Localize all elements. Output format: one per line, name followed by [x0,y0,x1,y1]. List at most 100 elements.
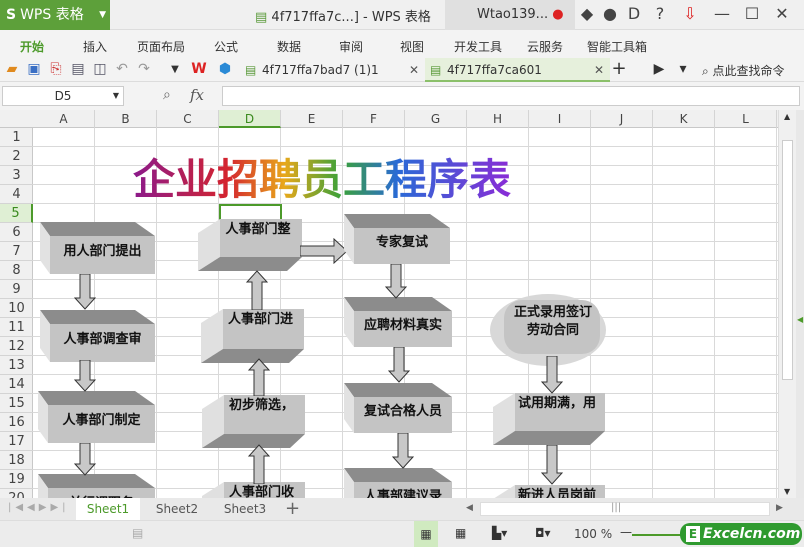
normal-view-icon[interactable]: ▦ [414,521,438,547]
row-header-11[interactable]: 11 [0,318,33,337]
side-panel-toggle[interactable]: ◀ [796,110,804,498]
doc-tab-2[interactable]: ▤ 4f717ffa7ca601 ✕ [425,58,610,82]
play-icon[interactable]: ▶ [650,61,668,77]
zoom-formula-icon[interactable]: ⌕ [163,87,171,103]
redo-icon[interactable]: ↷ [135,61,153,77]
undo-icon[interactable]: ↶ [113,61,131,77]
column-header-C[interactable]: C [157,110,219,128]
row-header-14[interactable]: 14 [0,375,33,394]
print-icon[interactable]: ▤ [69,61,87,77]
save-icon[interactable]: ▣ [25,61,43,77]
flow-box-review[interactable]: 人事部调查审 [40,310,155,362]
menu-smart-tools[interactable]: 智能工具箱 [587,38,647,55]
sheet-tab-sheet3[interactable]: Sheet3 [213,498,277,520]
column-header-A[interactable]: A [33,110,95,128]
row-header-7[interactable]: 7 [0,242,33,261]
scroll-right-icon[interactable]: ▶ [776,503,783,513]
column-header-E[interactable]: E [281,110,343,128]
column-header-K[interactable]: K [653,110,715,128]
scroll-down-icon[interactable]: ▼ [784,487,790,496]
cube-icon[interactable]: ⬢ [216,61,234,77]
close-button[interactable]: ✕ [770,4,794,23]
row-header-20[interactable]: 20 [0,489,33,498]
flow-box-probation[interactable]: 试用期满，用 [493,393,605,445]
flow-box-passed[interactable]: 复试合格人员 [344,383,452,433]
menu-insert[interactable]: 插入 [83,38,107,55]
formula-input[interactable] [222,86,800,106]
vertical-scrollbar[interactable]: ▲ ▼ [778,110,796,498]
row-header-3[interactable]: 3 [0,166,33,185]
minimize-button[interactable]: — [710,4,734,23]
flow-box-organize[interactable]: 人事部门整 [198,219,302,271]
sheet-tab-sheet1[interactable]: Sheet1 [76,498,140,520]
row-header-18[interactable]: 18 [0,451,33,470]
menu-page-layout[interactable]: 页面布局 [137,38,185,55]
page-layout-icon[interactable]: ▙▾ [492,526,507,540]
eye-protection-icon[interactable]: ◘▾ [535,526,551,540]
row-header-10[interactable]: 10 [0,299,33,318]
share-icon[interactable]: D [622,4,646,23]
row-header-16[interactable]: 16 [0,413,33,432]
page-break-view-icon[interactable]: ▦ [455,526,466,540]
menu-home[interactable]: 开始 [20,38,44,55]
flow-box-plan[interactable]: 人事部门制定 [38,391,155,443]
flow-box-verify[interactable]: 应聘材料真实 [344,297,452,347]
tab-menu-icon[interactable]: ▾ [674,61,692,77]
menu-view[interactable]: 视图 [400,38,424,55]
sheet-nav-arrows-icon[interactable]: |◀◀▶▶| [8,502,70,513]
print-preview-icon[interactable]: ◫ [91,61,109,77]
skin-icon[interactable]: ◆ [575,4,599,23]
column-header-I[interactable]: I [529,110,591,128]
spreadsheet-grid[interactable]: ABCDEFGHIJKL 1 2 3 4 5 6 7 8 9 10 11 12 13 14 15 16 17 18… [0,110,778,498]
download-icon[interactable]: ⇩ [678,4,702,23]
column-header-J[interactable]: J [591,110,653,128]
row-header-2[interactable]: 2 [0,147,33,166]
maximize-button[interactable]: ☐ [740,4,764,23]
column-header-B[interactable]: B [95,110,157,128]
menu-formulas[interactable]: 公式 [214,38,238,55]
close-tab-icon[interactable]: ✕ [594,58,604,82]
row-header-13[interactable]: 13 [0,356,33,375]
horizontal-scrollbar[interactable]: ||| [480,502,770,516]
user-account[interactable]: Wtao139... ● [445,0,575,30]
add-sheet-button[interactable]: + [285,498,300,519]
column-header-H[interactable]: H [467,110,529,128]
row-header-9[interactable]: 9 [0,280,33,299]
doc-tab-1[interactable]: ▤ 4f717ffa7bad7 (1)1 ✕ [240,58,425,82]
row-header-1[interactable]: 1 [0,128,33,147]
wps-w-icon[interactable]: W [190,61,208,77]
row-header-8[interactable]: 8 [0,261,33,280]
flow-box-suggest[interactable]: 人事部建议录 [344,468,452,498]
menu-review[interactable]: 审阅 [339,38,363,55]
open-icon[interactable]: ▰ [3,61,21,77]
search-command[interactable]: ⌕ 点此查找命令 [702,62,785,79]
column-header-G[interactable]: G [405,110,467,128]
column-header-F[interactable]: F [343,110,405,128]
wps-menu-button[interactable]: S WPS 表格 ▼ [0,0,110,30]
flow-box-transfer[interactable]: 并行调职务 [38,474,155,498]
sheet-tab-sheet2[interactable]: Sheet2 [145,498,209,520]
new-tab-button[interactable]: + [610,58,628,79]
vertical-scroll-thumb[interactable] [782,140,793,380]
export-pdf-icon[interactable]: ⎘ [47,61,65,77]
column-header-D[interactable]: D [219,110,281,128]
flow-box-proceed[interactable]: 人事部门进 [201,309,304,363]
close-tab-icon[interactable]: ✕ [409,58,419,82]
menu-cloud[interactable]: 云服务 [527,38,563,55]
insert-function-button[interactable]: fx [190,86,204,104]
row-header-12[interactable]: 12 [0,337,33,356]
row-header-5[interactable]: 5 [0,204,33,223]
row-header-17[interactable]: 17 [0,432,33,451]
row-header-15[interactable]: 15 [0,394,33,413]
settings-icon[interactable]: ● [598,4,622,23]
row-header-19[interactable]: 19 [0,470,33,489]
flow-box-request[interactable]: 用人部门提出 [40,222,155,274]
column-header-L[interactable]: L [715,110,777,128]
scroll-left-icon[interactable]: ◀ [466,503,473,513]
name-box[interactable]: D5 ▼ [2,86,124,106]
flow-box-expert-retest[interactable]: 专家复试 [344,214,450,264]
row-header-6[interactable]: 6 [0,223,33,242]
more-dropdown-icon[interactable]: ▼ [166,64,184,75]
menu-data[interactable]: 数据 [277,38,301,55]
help-icon[interactable]: ? [648,4,672,23]
